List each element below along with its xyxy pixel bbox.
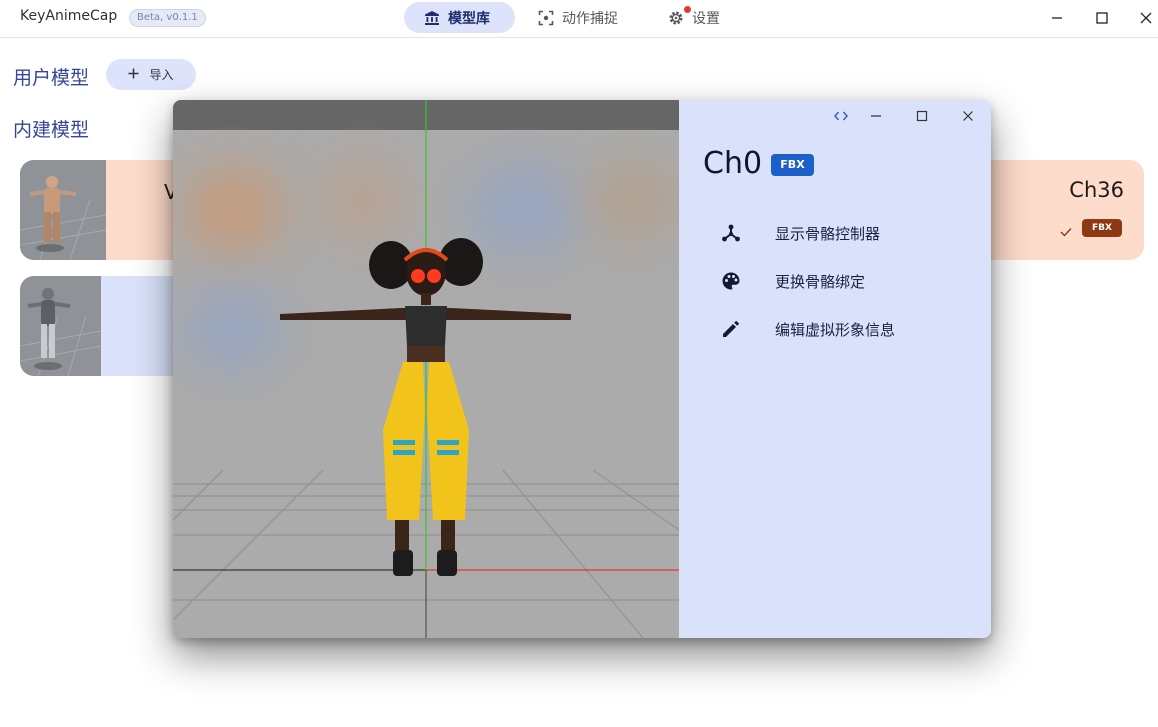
show-skeleton-controller-item[interactable]: 显示骨骼控制器 — [709, 213, 969, 253]
user-models-title: 用户模型 — [13, 67, 90, 89]
app-window: KeyAnimeCap Beta, v0.1.1 模型库 动作捕捉 设置 用户模… — [0, 0, 1158, 727]
app-title: KeyAnimeCap — [20, 8, 118, 24]
maximize-icon — [1096, 12, 1108, 24]
model-thumbnail — [20, 160, 107, 260]
edit-avatar-info-label: 编辑虚拟形象信息 — [775, 320, 896, 339]
code-icon — [834, 111, 848, 121]
tab-settings-label: 设置 — [692, 10, 720, 27]
dialog-maximize-button[interactable] — [908, 106, 936, 126]
edit-avatar-info-item[interactable]: 编辑虚拟形象信息 — [709, 309, 969, 349]
minimize-icon — [871, 115, 881, 117]
dialog-close-button[interactable] — [954, 106, 982, 126]
close-icon — [1140, 12, 1152, 24]
gear-icon — [668, 10, 684, 26]
close-icon — [963, 111, 973, 121]
dialog-minimize-button[interactable] — [862, 106, 890, 126]
format-badge: FBX — [771, 154, 814, 176]
version-badge: Beta, v0.1.1 — [129, 9, 206, 27]
plus-icon — [128, 68, 139, 82]
minimize-button[interactable] — [1039, 4, 1075, 32]
notification-dot — [684, 6, 691, 13]
import-button[interactable]: 导入 — [106, 59, 196, 90]
model-thumbnail — [20, 276, 102, 376]
close-button[interactable] — [1128, 4, 1158, 32]
builtin-models-title: 内建模型 — [13, 119, 90, 141]
show-skeleton-controller-label: 显示骨骼控制器 — [775, 224, 881, 243]
tab-model-library[interactable]: 模型库 — [404, 2, 515, 33]
change-skeleton-binding-label: 更换骨骼绑定 — [775, 272, 866, 291]
check-icon — [1060, 222, 1072, 241]
bank-icon — [424, 10, 440, 26]
tab-motion-capture[interactable]: 动作捕捉 — [518, 2, 638, 33]
maximize-icon — [916, 110, 928, 122]
tab-settings[interactable]: 设置 — [648, 2, 740, 33]
format-badge: FBX — [1082, 219, 1122, 237]
model-name: Ch0 — [703, 146, 763, 181]
code-button[interactable] — [827, 106, 855, 126]
import-label: 导入 — [149, 68, 174, 82]
palette-icon — [709, 271, 755, 291]
skeleton-icon — [709, 223, 755, 243]
model-card-name: Ch36 — [1069, 178, 1124, 202]
maximize-button[interactable] — [1084, 4, 1120, 32]
pencil-icon — [709, 319, 755, 339]
tab-model-library-label: 模型库 — [448, 10, 490, 27]
title-bar: KeyAnimeCap Beta, v0.1.1 模型库 动作捕捉 设置 — [0, 0, 1158, 38]
3d-viewport[interactable] — [173, 100, 679, 638]
model-preview-dialog: Ch0 FBX 显示骨骼控制器 更换骨骼绑定 编辑虚拟形象信息 — [173, 100, 991, 638]
tab-motion-capture-label: 动作捕捉 — [562, 10, 618, 27]
minimize-icon — [1052, 17, 1062, 19]
model-side-panel: Ch0 FBX 显示骨骼控制器 更换骨骼绑定 编辑虚拟形象信息 — [679, 100, 991, 638]
capture-icon — [538, 10, 554, 26]
change-skeleton-binding-item[interactable]: 更换骨骼绑定 — [709, 261, 969, 301]
